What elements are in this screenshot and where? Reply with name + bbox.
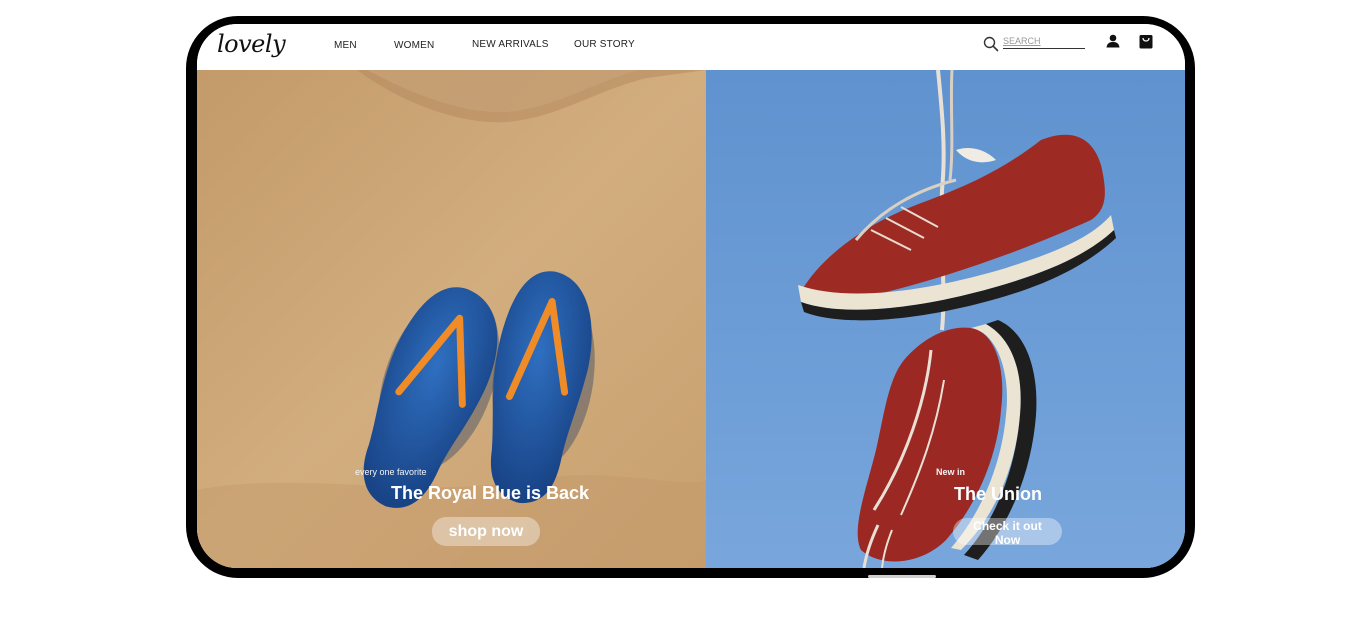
search-icon[interactable] xyxy=(983,36,999,52)
hero-panel-left[interactable]: every one favorite The Royal Blue is Bac… xyxy=(197,70,706,568)
top-navbar: lovely MEN WOMEN NEW ARRIVALS OUR STORY xyxy=(197,24,1185,70)
search-input[interactable] xyxy=(1003,34,1085,49)
shopping-bag-icon[interactable] xyxy=(1139,34,1153,49)
nav-link-our-story[interactable]: OUR STORY xyxy=(574,39,635,50)
check-it-out-button[interactable]: Check it out Now xyxy=(953,518,1062,547)
hero-right-title: The Union xyxy=(954,484,1042,504)
nav-link-new-arrivals[interactable]: NEW ARRIVALS xyxy=(472,39,549,50)
home-indicator xyxy=(868,575,936,578)
nav-link-women[interactable]: WOMEN xyxy=(394,40,434,51)
hero-left-title: The Royal Blue is Back xyxy=(391,483,590,503)
brand-logo[interactable]: lovely xyxy=(217,30,286,58)
user-icon[interactable] xyxy=(1105,34,1121,48)
hanging-sneakers-image xyxy=(706,70,1185,568)
shop-now-button[interactable]: shop now xyxy=(432,517,540,546)
hero-panel-right[interactable]: New in The Union Check it out Now xyxy=(706,70,1185,568)
hero-left-kicker: every one favorite xyxy=(355,467,427,477)
hero-right-kicker: New in xyxy=(936,467,966,477)
app-screen: lovely MEN WOMEN NEW ARRIVALS OUR STORY xyxy=(197,24,1185,568)
nav-link-men[interactable]: MEN xyxy=(334,40,357,51)
